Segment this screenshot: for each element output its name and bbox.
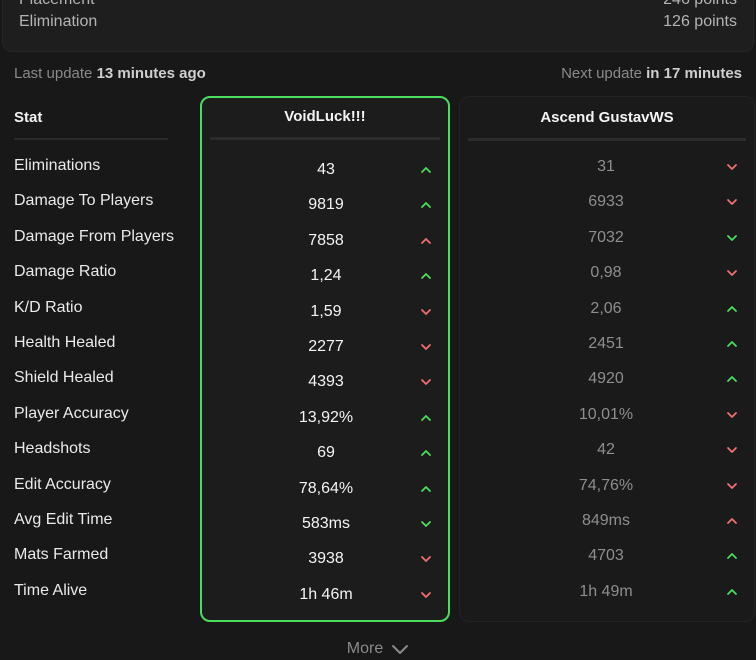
stat-value: 2277 <box>308 338 344 355</box>
chevron-down-icon <box>726 233 738 243</box>
summary-card: Placement 246 points Elimination 126 poi… <box>2 0 754 52</box>
stat-value: 13,92% <box>298 408 354 426</box>
update-bar: Last update 13 minutes ago Next update i… <box>14 62 742 84</box>
stat-label: K/D Ratio <box>14 298 83 316</box>
more-label: More <box>346 640 384 657</box>
stat-value: 2451 <box>588 335 624 352</box>
summary-value: 246 points <box>663 0 737 9</box>
stat-label: Mats Farmed <box>14 546 109 564</box>
player-name[interactable]: VoidLuck!!! <box>210 96 440 140</box>
stat-value: 4920 <box>588 370 624 388</box>
chevron-down-icon <box>726 268 738 278</box>
chevron-down-icon <box>420 519 432 529</box>
stat-value: 43 <box>317 161 335 178</box>
next-update-value: in 17 minutes <box>646 64 742 82</box>
summary-row-elimination: Elimination 126 points <box>19 11 737 33</box>
chevron-up-icon <box>726 304 738 314</box>
stat-value: 7858 <box>308 231 344 249</box>
chevron-up-icon <box>420 413 432 423</box>
summary-row-placement: Placement 246 points <box>19 0 737 11</box>
stat-value: 583ms <box>301 515 351 532</box>
stat-label: Damage Ratio <box>14 263 117 281</box>
more-button[interactable]: More <box>0 638 756 660</box>
stat-value: 69 <box>317 444 335 462</box>
stat-value: 1,24 <box>310 267 342 285</box>
chevron-down-icon <box>726 445 738 455</box>
player-name[interactable]: Ascend GustavWS <box>468 97 746 141</box>
summary-label: Elimination <box>19 13 98 30</box>
stat-label: Time Alive <box>14 581 88 599</box>
stat-value: 0,98 <box>590 264 622 282</box>
next-update-prefix: Next update <box>561 64 642 82</box>
chevron-down-icon <box>420 342 432 352</box>
stat-label: Damage To Players <box>14 192 154 210</box>
chevron-down-icon <box>726 410 738 420</box>
stat-header: Stat <box>14 96 168 140</box>
chevron-down-icon <box>726 162 738 172</box>
stat-column: Stat Eliminations Damage To Players Damage… <box>14 96 174 599</box>
stat-label: Health Healed <box>14 334 116 351</box>
player-card-voidluck: VoidLuck!!! 43 9819 7858 1,24 1,59 2277 4393 13… <box>200 96 450 622</box>
chevron-up-icon <box>726 374 738 384</box>
stat-value: 31 <box>597 158 615 175</box>
stat-label: Shield Healed <box>14 369 114 387</box>
stat-label: Damage From Players <box>14 227 175 245</box>
stat-value: 6933 <box>588 193 624 211</box>
stat-label: Avg Edit Time <box>14 511 113 528</box>
stat-value: 74,76% <box>578 476 634 494</box>
stat-label: Edit Accuracy <box>14 475 111 493</box>
stat-value: 849ms <box>581 512 631 529</box>
chevron-up-icon <box>726 339 738 349</box>
chevron-down-icon <box>726 197 738 207</box>
last-update-value: 13 minutes ago <box>96 64 206 82</box>
chevron-down-icon <box>420 590 432 600</box>
chevron-up-icon <box>726 587 738 597</box>
stat-label: Eliminations <box>14 157 101 174</box>
chevron-down-icon <box>392 645 409 654</box>
chevron-down-icon <box>420 554 432 564</box>
chevron-down-icon <box>726 481 738 491</box>
next-update: Next update in 17 minutes <box>561 65 742 82</box>
chevron-up-icon <box>420 200 432 210</box>
summary-value: 126 points <box>663 13 737 30</box>
stat-label: Headshots <box>14 440 91 458</box>
stat-value: 9819 <box>308 196 344 214</box>
chevron-up-icon <box>420 236 432 246</box>
summary-label: Placement <box>19 0 95 9</box>
stat-value: 3938 <box>308 550 344 568</box>
last-update: Last update 13 minutes ago <box>14 65 206 82</box>
chevron-up-icon <box>726 516 738 526</box>
stat-value: 1h 49m <box>579 582 633 600</box>
stat-label: Player Accuracy <box>14 404 129 422</box>
stat-value: 1,59 <box>310 302 342 320</box>
chevron-up-icon <box>420 484 432 494</box>
chevron-up-icon <box>420 165 432 175</box>
chevron-up-icon <box>726 551 738 561</box>
stat-value: 7032 <box>588 228 624 246</box>
player-card-ascend-gustavws: Ascend GustavWS 31 6933 7032 0,98 2,06 2451 49… <box>459 96 755 622</box>
stat-value: 10,01% <box>578 405 634 423</box>
stat-value: 4393 <box>308 373 344 391</box>
stat-value: 4703 <box>588 547 624 565</box>
chevron-up-icon <box>420 271 432 281</box>
chevron-down-icon <box>420 377 432 387</box>
last-update-prefix: Last update <box>14 64 93 82</box>
stat-value: 78,64% <box>298 479 354 497</box>
stat-value: 42 <box>597 441 615 459</box>
stat-value: 2,06 <box>590 299 622 317</box>
chevron-up-icon <box>420 448 432 458</box>
chevron-down-icon <box>420 307 432 317</box>
stat-value: 1h 46m <box>299 585 353 603</box>
